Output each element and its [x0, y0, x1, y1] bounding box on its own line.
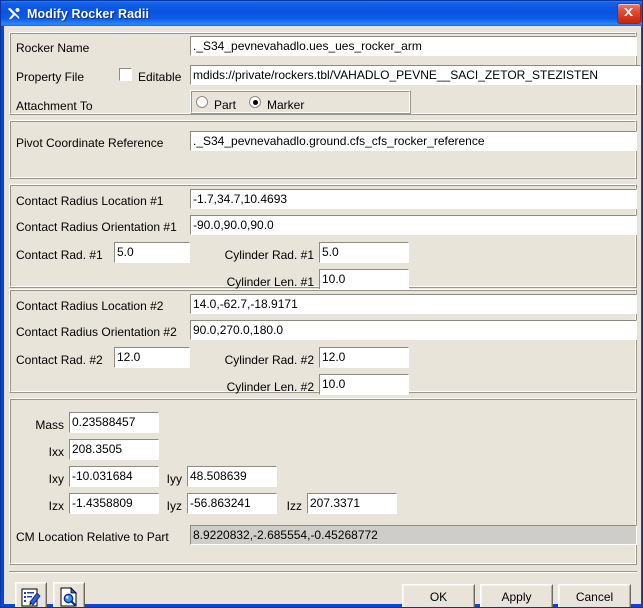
- modify-rocker-radii-window: Modify Rocker Radii Rocker Name ._S34_pe…: [0, 0, 643, 608]
- close-button[interactable]: [617, 3, 641, 24]
- contact1-orientation-input[interactable]: -90.0,90.0,90.0: [190, 215, 637, 235]
- ixx-input[interactable]: 208.3505: [69, 439, 159, 460]
- izx-label: Izx: [48, 499, 64, 513]
- ixy-input[interactable]: -10.031684: [69, 466, 159, 487]
- apply-button[interactable]: Apply: [480, 584, 553, 607]
- document-search-button-inner: [54, 583, 84, 607]
- contact1-location-input[interactable]: -1.7,34.7,10.4693: [190, 189, 637, 209]
- attachment-radio-part-label: Part: [214, 98, 237, 112]
- mass-label: Mass: [35, 418, 64, 432]
- rocker-name-input[interactable]: ._S34_pevnevahadlo.ues_ues_rocker_arm: [190, 36, 637, 56]
- iyy-label: Iyy: [166, 472, 182, 486]
- rocker-name-label: Rocker Name: [16, 41, 90, 55]
- property-file-input[interactable]: mdids://private/rockers.tbl/VAHADLO_PEVN…: [190, 65, 641, 85]
- close-icon: [624, 8, 633, 16]
- contact1-orientation-label: Contact Radius Orientation #1: [16, 220, 177, 234]
- iyz-label: Iyz: [166, 499, 182, 513]
- editable-label: Editable: [138, 70, 182, 84]
- cancel-button-label: Cancel: [559, 585, 630, 607]
- ok-button[interactable]: OK: [402, 584, 475, 607]
- document-search-button[interactable]: [53, 582, 85, 607]
- cancel-button[interactable]: Cancel: [558, 584, 631, 607]
- izz-label: Izz: [286, 499, 302, 513]
- contact2-location-input[interactable]: 14.0,-62.7,-18.9171: [190, 294, 637, 314]
- dialog-client-area: Rocker Name ._S34_pevnevahadlo.ues_ues_r…: [4, 26, 641, 607]
- contact2-cylinder-length-input[interactable]: 10.0: [319, 374, 409, 395]
- contact1-cylinder-length-input[interactable]: 10.0: [319, 269, 409, 290]
- mass-input[interactable]: 0.23588457: [69, 412, 159, 433]
- editable-checkbox[interactable]: [119, 68, 132, 81]
- contact2-orientation-label: Contact Radius Orientation #2: [16, 325, 177, 339]
- attachment-radio-marker-label: Marker: [267, 98, 305, 112]
- contact2-cylinder-radius-input[interactable]: 12.0: [319, 347, 409, 368]
- contact1-location-label: Contact Radius Location #1: [16, 194, 164, 208]
- contact1-radius-input[interactable]: 5.0: [114, 242, 190, 263]
- contact1-cylinder-radius-input[interactable]: 5.0: [319, 242, 409, 263]
- footer-separator: [9, 571, 637, 573]
- contact2-radius-input[interactable]: 12.0: [114, 347, 190, 368]
- pivot-reference-input[interactable]: ._S34_pevnevahadlo.ground.cfs_cfs_rocker…: [190, 131, 637, 151]
- contact2-location-label: Contact Radius Location #2: [16, 299, 164, 313]
- ixx-label: Ixx: [48, 445, 64, 459]
- cm-location-label: CM Location Relative to Part: [16, 530, 169, 544]
- contact2-cylinder-radius-label: Cylinder Rad. #2: [224, 353, 314, 367]
- window-titlebar[interactable]: Modify Rocker Radii: [1, 1, 642, 26]
- crossed-tools-icon: [6, 6, 22, 22]
- ok-button-label: OK: [403, 585, 474, 607]
- iyy-input[interactable]: 48.508639: [187, 466, 277, 487]
- apply-button-label: Apply: [481, 585, 552, 607]
- contact1-radius-label: Contact Rad. #1: [16, 248, 103, 262]
- edit-document-icon: [21, 588, 41, 607]
- cm-location-value: 8.9220832,-2.685554,-0.45268772: [190, 525, 637, 545]
- pivot-reference-label: Pivot Coordinate Reference: [16, 136, 164, 150]
- contact2-cylinder-length-label: Cylinder Len. #2: [226, 380, 314, 394]
- izz-input[interactable]: 207.3371: [307, 493, 397, 514]
- attachment-radio-part[interactable]: [196, 96, 208, 108]
- attachment-to-label: Attachment To: [16, 99, 93, 113]
- contact1-cylinder-radius-label: Cylinder Rad. #1: [224, 248, 314, 262]
- izx-input[interactable]: -1.4358809: [69, 493, 159, 514]
- property-file-label: Property File: [16, 70, 85, 84]
- attachment-radio-marker[interactable]: [249, 96, 261, 108]
- contact2-radius-label: Contact Rad. #2: [16, 353, 103, 367]
- window-title: Modify Rocker Radii: [27, 6, 150, 21]
- ixy-label: Ixy: [48, 472, 64, 486]
- edit-document-button-inner: [16, 583, 46, 607]
- iyz-input[interactable]: -56.863241: [187, 493, 277, 514]
- contact2-orientation-input[interactable]: 90.0,270.0,180.0: [190, 320, 637, 340]
- edit-document-button[interactable]: [15, 582, 47, 607]
- document-search-icon: [60, 587, 77, 607]
- contact1-cylinder-length-label: Cylinder Len. #1: [226, 275, 314, 289]
